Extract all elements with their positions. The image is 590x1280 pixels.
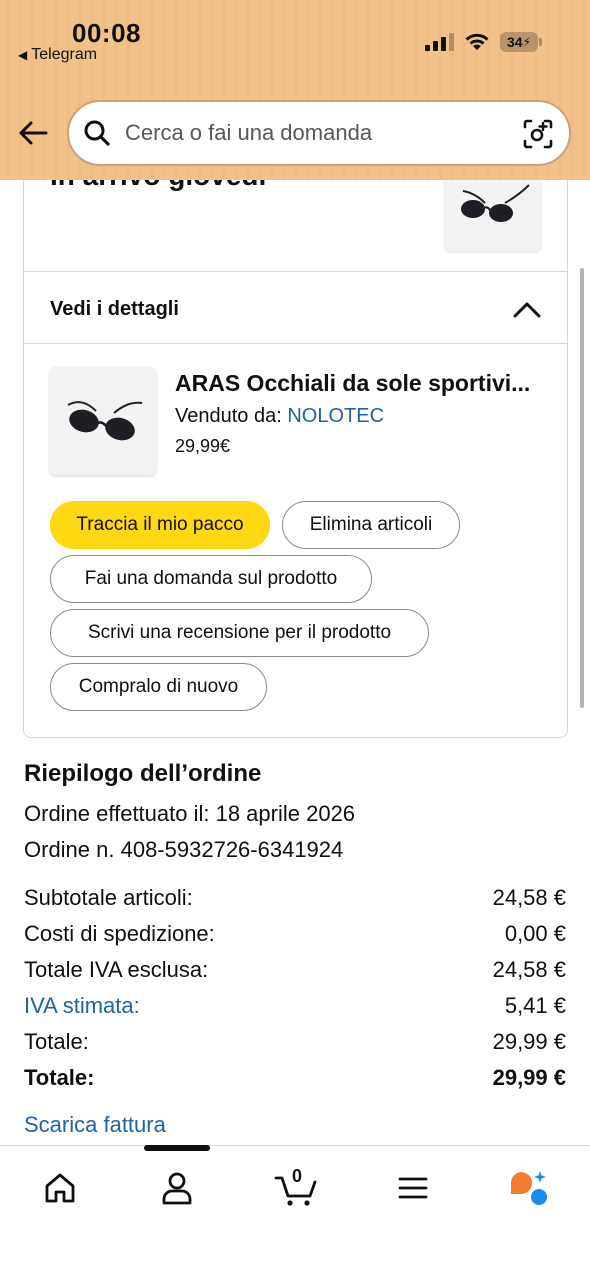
row-label: Subtotale articoli: bbox=[24, 885, 193, 910]
delete-items-button[interactable]: Elimina articoli bbox=[282, 501, 460, 549]
battery-icon: 34 ⚡ bbox=[500, 32, 542, 52]
back-arrow-icon[interactable] bbox=[16, 116, 50, 150]
row-label: Totale: bbox=[24, 1029, 89, 1054]
search-input[interactable] bbox=[125, 120, 505, 146]
ask-question-button[interactable]: Fai una domanda sul prodotto bbox=[50, 555, 372, 603]
summary-row-shipping: Costi di spedizione: 0,00 € bbox=[24, 921, 566, 947]
download-invoice-link[interactable]: Scarica fattura bbox=[24, 1112, 166, 1138]
buy-again-button[interactable]: Compralo di nuovo bbox=[50, 663, 267, 711]
status-icons: 34 ⚡ bbox=[425, 32, 542, 52]
rufus-ai-icon[interactable] bbox=[508, 1168, 548, 1208]
order-date: Ordine effettuato il: 18 aprile 2026 bbox=[24, 801, 356, 826]
status-time: 00:08 bbox=[72, 18, 141, 48]
sold-by-label: Venduto da: bbox=[175, 405, 288, 427]
summary-row-total: Totale: 29,99 € bbox=[24, 1029, 566, 1055]
row-value: 29,99 € bbox=[492, 1029, 566, 1054]
product-image[interactable] bbox=[50, 367, 156, 475]
divider bbox=[23, 271, 568, 272]
scrollbar[interactable] bbox=[580, 268, 584, 708]
order-number: Ordine n. 408-5932726-6341924 bbox=[24, 837, 344, 862]
chevron-up-icon[interactable] bbox=[512, 298, 542, 322]
summary-row-vat: IVA stimata: 5,41 € bbox=[24, 993, 566, 1019]
divider bbox=[23, 343, 568, 344]
row-label: Costi di spedizione: bbox=[24, 921, 215, 946]
product-title[interactable]: ARAS Occhiali da sole sportivi... bbox=[175, 370, 545, 397]
row-label: Totale: bbox=[24, 1065, 95, 1090]
row-value: 24,58 € bbox=[492, 957, 566, 982]
row-value: 24,58 € bbox=[492, 885, 566, 910]
sold-by: Venduto da: NOLOTEC bbox=[175, 405, 384, 428]
row-label: Totale IVA esclusa: bbox=[24, 957, 209, 982]
wifi-icon bbox=[465, 33, 489, 50]
order-summary-title: Riepilogo dell’ordine bbox=[24, 760, 262, 787]
vat-link[interactable]: IVA stimata: bbox=[24, 993, 140, 1019]
app-header: 00:08 ◀ Telegram 34 ⚡ bbox=[0, 0, 590, 180]
back-triangle-icon: ◀ bbox=[18, 48, 28, 62]
back-app-label: Telegram bbox=[31, 46, 98, 63]
battery-level: 34 bbox=[506, 34, 523, 50]
row-value: 29,99 € bbox=[492, 1065, 566, 1090]
product-price: 29,99€ bbox=[175, 436, 231, 456]
search-icon bbox=[84, 120, 110, 146]
write-review-button[interactable]: Scrivi una recensione per il prodotto bbox=[50, 609, 429, 657]
summary-row-net-total: Totale IVA esclusa: 24,58 € bbox=[24, 957, 566, 983]
camera-search-icon[interactable] bbox=[521, 117, 555, 151]
cart-count: 0 bbox=[292, 1166, 303, 1186]
seller-link[interactable]: NOLOTEC bbox=[287, 405, 384, 427]
cellular-signal-icon bbox=[425, 33, 454, 51]
details-toggle-label[interactable]: Vedi i dettagli bbox=[50, 298, 179, 321]
menu-icon[interactable] bbox=[393, 1168, 433, 1208]
summary-row-grand-total: Totale: 29,99 € bbox=[24, 1065, 566, 1091]
row-value: 0,00 € bbox=[504, 921, 566, 946]
home-icon[interactable] bbox=[40, 1168, 80, 1208]
sunglasses-image bbox=[67, 401, 143, 441]
search-bar[interactable] bbox=[67, 100, 571, 166]
back-to-app-link[interactable]: ◀ Telegram bbox=[18, 46, 97, 64]
summary-row-subtotal: Subtotale articoli: 24,58 € bbox=[24, 885, 566, 911]
row-value: 5,41 € bbox=[504, 993, 566, 1018]
active-tab-indicator bbox=[144, 1145, 210, 1151]
account-icon[interactable] bbox=[157, 1168, 197, 1208]
track-package-button[interactable]: Traccia il mio pacco bbox=[50, 501, 270, 549]
